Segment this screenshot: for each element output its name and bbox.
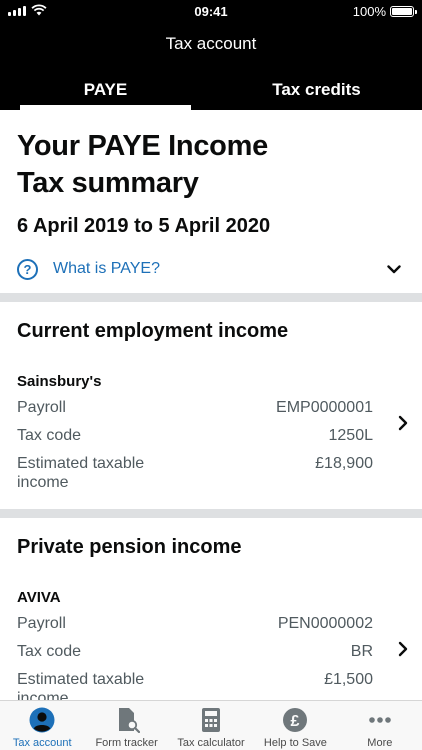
what-is-paye-link[interactable]: What is PAYE? bbox=[53, 260, 387, 278]
calculator-icon bbox=[198, 707, 224, 733]
pension-provider-name: AVIVA bbox=[17, 589, 61, 606]
tab-label: Tax account bbox=[12, 737, 72, 749]
employment-income-card[interactable]: Current employment income Sainsbury's Pa… bbox=[0, 302, 422, 509]
tab-label: Help to Save bbox=[263, 737, 327, 749]
payroll-row: Payroll EMP0000001 bbox=[17, 398, 373, 417]
tab-form-tracker[interactable]: Form tracker bbox=[84, 701, 168, 750]
pension-income-card[interactable]: Private pension income AVIVA Payroll PEN… bbox=[0, 518, 422, 700]
chevron-down-icon[interactable] bbox=[387, 264, 401, 274]
tab-tax-account[interactable]: Tax account bbox=[0, 701, 84, 750]
tax-code-row: Tax code 1250L bbox=[17, 426, 373, 445]
page-title: Your PAYE Income Tax summary bbox=[17, 128, 405, 202]
tax-code-label: Tax code bbox=[17, 643, 82, 660]
chevron-right-icon[interactable] bbox=[398, 641, 408, 657]
more-icon bbox=[367, 707, 393, 733]
estimated-income-label: Estimated taxable income bbox=[17, 455, 145, 491]
pension-income-heading: Private pension income bbox=[17, 536, 242, 558]
svg-text:£: £ bbox=[291, 713, 300, 730]
tax-code-value: 1250L bbox=[328, 427, 374, 444]
estimated-income-value: £18,900 bbox=[315, 455, 373, 472]
pound-coin-icon: £ bbox=[282, 707, 308, 733]
status-bar: 09:41 100% bbox=[0, 0, 422, 22]
section-divider bbox=[0, 293, 422, 302]
chevron-right-icon[interactable] bbox=[398, 415, 408, 431]
section-divider bbox=[0, 509, 422, 518]
tab-more[interactable]: More bbox=[338, 701, 422, 750]
nav-title: Tax account bbox=[165, 34, 257, 53]
tab-label: More bbox=[367, 737, 393, 749]
tab-tax-calculator[interactable]: Tax calculator bbox=[169, 701, 253, 750]
what-is-paye-expander[interactable]: ? What is PAYE? bbox=[17, 256, 405, 282]
payroll-value: EMP0000001 bbox=[276, 399, 373, 416]
question-circle-icon: ? bbox=[17, 258, 38, 280]
tab-label: Tax calculator bbox=[177, 737, 245, 749]
tax-code-value: BR bbox=[350, 643, 373, 660]
employment-income-heading: Current employment income bbox=[17, 320, 289, 342]
payroll-label: Payroll bbox=[17, 399, 66, 416]
tab-paye[interactable]: PAYE bbox=[0, 74, 211, 110]
tax-code-label: Tax code bbox=[17, 427, 82, 444]
tab-help-to-save[interactable]: £ Help to Save bbox=[253, 701, 337, 750]
tax-code-row: Tax code BR bbox=[17, 642, 373, 661]
payroll-row: Payroll PEN0000002 bbox=[17, 614, 373, 633]
estimated-income-row: Estimated taxable income £1,500 bbox=[17, 670, 373, 700]
bottom-tab-bar: Tax account Form tracker Tax calculator bbox=[0, 700, 422, 750]
document-search-icon bbox=[114, 707, 140, 733]
payroll-value: PEN0000002 bbox=[277, 615, 373, 632]
estimated-income-value: £1,500 bbox=[324, 671, 373, 688]
page-title-line-2: Tax summary bbox=[17, 167, 199, 199]
estimated-income-label: Estimated taxable income bbox=[17, 671, 145, 700]
segment-tabs: PAYE Tax credits bbox=[0, 74, 422, 110]
employer-name: Sainsbury's bbox=[17, 373, 102, 390]
person-icon bbox=[29, 707, 55, 733]
pension-details: Payroll PEN0000002 Tax code BR Estimated… bbox=[17, 614, 373, 700]
employment-details: Payroll EMP0000001 Tax code 1250L Estima… bbox=[17, 398, 373, 492]
page-title-line-1: Your PAYE Income bbox=[17, 130, 268, 162]
tab-tax-credits[interactable]: Tax credits bbox=[211, 74, 422, 110]
payroll-label: Payroll bbox=[17, 615, 66, 632]
main-content[interactable]: Your PAYE Income Tax summary 6 April 201… bbox=[0, 110, 422, 700]
tax-year-range: 6 April 2019 to 5 April 2020 bbox=[17, 215, 271, 237]
navigation-bar: Tax account PAYE Tax credits bbox=[0, 22, 422, 110]
tab-label: Form tracker bbox=[95, 737, 158, 749]
battery-percentage: 100% bbox=[352, 4, 386, 19]
battery-icon bbox=[390, 6, 417, 17]
estimated-income-row: Estimated taxable income £18,900 bbox=[17, 454, 373, 492]
summary-section: Your PAYE Income Tax summary 6 April 201… bbox=[0, 110, 422, 293]
